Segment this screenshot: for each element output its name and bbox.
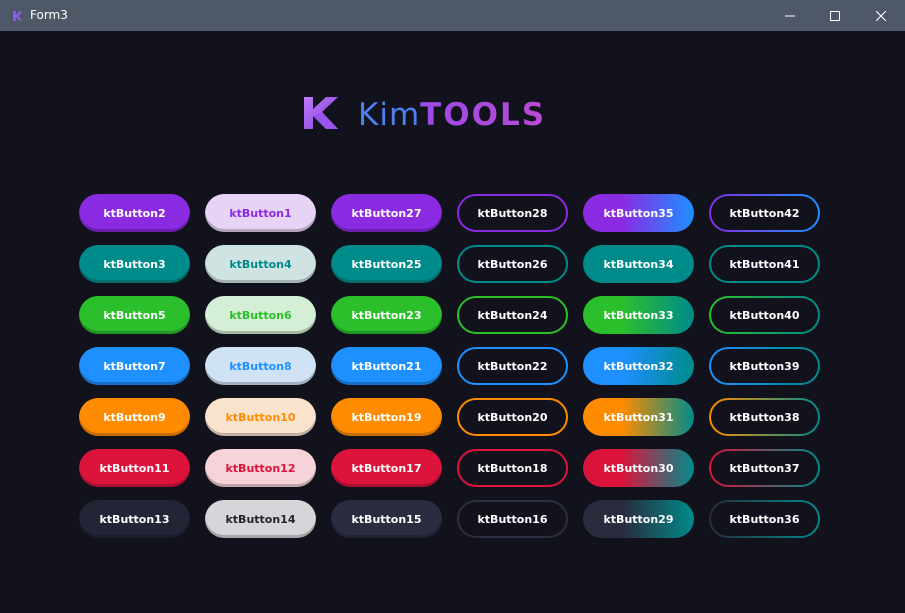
kt-button[interactable]: ktButton10 xyxy=(205,398,316,436)
window-title: Form3 xyxy=(30,8,68,22)
close-button[interactable] xyxy=(858,0,904,31)
kt-button[interactable]: ktButton23 xyxy=(331,296,442,334)
app-icon xyxy=(13,11,22,21)
kt-button[interactable]: ktButton40 xyxy=(709,296,820,334)
kt-button[interactable]: ktButton36 xyxy=(709,500,820,538)
minimize-icon xyxy=(785,15,795,16)
maximize-icon xyxy=(830,10,840,21)
kt-button[interactable]: ktButton18 xyxy=(457,449,568,487)
kt-button[interactable]: ktButton22 xyxy=(457,347,568,385)
kt-button[interactable]: ktButton37 xyxy=(709,449,820,487)
kt-button[interactable]: ktButton35 xyxy=(583,194,694,232)
app-window: Form3 KimTOOLS ktButton2 ktButton1 ktBut… xyxy=(0,0,905,613)
title-bar[interactable]: Form3 xyxy=(0,0,905,31)
kt-button[interactable]: ktButton38 xyxy=(709,398,820,436)
kt-button[interactable]: ktButton17 xyxy=(331,449,442,487)
kt-button[interactable]: ktButton14 xyxy=(205,500,316,538)
kt-button[interactable]: ktButton4 xyxy=(205,245,316,283)
kt-button[interactable]: ktButton19 xyxy=(331,398,442,436)
kt-button[interactable]: ktButton1 xyxy=(205,194,316,232)
kt-button[interactable]: ktButton31 xyxy=(583,398,694,436)
kt-button[interactable]: ktButton21 xyxy=(331,347,442,385)
kt-button[interactable]: ktButton5 xyxy=(79,296,190,334)
kt-button[interactable]: ktButton8 xyxy=(205,347,316,385)
minimize-button[interactable] xyxy=(767,0,813,31)
kt-button[interactable]: ktButton29 xyxy=(583,500,694,538)
kt-button[interactable]: ktButton7 xyxy=(79,347,190,385)
kt-button[interactable]: ktButton28 xyxy=(457,194,568,232)
kt-button[interactable]: ktButton39 xyxy=(709,347,820,385)
kt-button[interactable]: ktButton6 xyxy=(205,296,316,334)
kt-button[interactable]: ktButton33 xyxy=(583,296,694,334)
kt-button[interactable]: ktButton41 xyxy=(709,245,820,283)
kt-button[interactable]: ktButton34 xyxy=(583,245,694,283)
close-icon xyxy=(876,10,886,21)
kt-button[interactable]: ktButton11 xyxy=(79,449,190,487)
kt-button[interactable]: ktButton15 xyxy=(331,500,442,538)
maximize-button[interactable] xyxy=(812,0,858,31)
kt-button[interactable]: ktButton3 xyxy=(79,245,190,283)
kt-button[interactable]: ktButton12 xyxy=(205,449,316,487)
kt-button[interactable]: ktButton20 xyxy=(457,398,568,436)
kt-button[interactable]: ktButton32 xyxy=(583,347,694,385)
kt-button[interactable]: ktButton16 xyxy=(457,500,568,538)
kimtools-logo-icon xyxy=(304,97,338,129)
kt-button[interactable]: ktButton9 xyxy=(79,398,190,436)
kt-button[interactable]: ktButton26 xyxy=(457,245,568,283)
kt-button[interactable]: ktButton42 xyxy=(709,194,820,232)
kt-button[interactable]: ktButton27 xyxy=(331,194,442,232)
logo-text-tools: TOOLS xyxy=(420,97,547,133)
kt-button[interactable]: ktButton24 xyxy=(457,296,568,334)
kt-button[interactable]: ktButton13 xyxy=(79,500,190,538)
kt-button[interactable]: ktButton30 xyxy=(583,449,694,487)
logo-text-kim: Kim xyxy=(358,97,421,133)
kimtools-logo-text: KimTOOLS xyxy=(358,97,546,133)
kt-button[interactable]: ktButton2 xyxy=(79,194,190,232)
kt-button[interactable]: ktButton25 xyxy=(331,245,442,283)
